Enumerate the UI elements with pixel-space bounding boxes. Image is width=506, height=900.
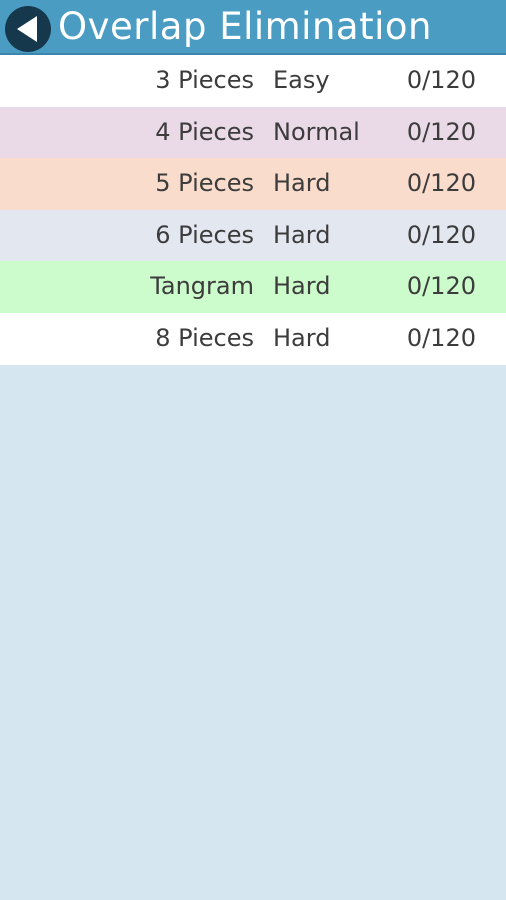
level-pieces-label: 8 Pieces bbox=[155, 323, 254, 352]
level-difficulty-label: Hard bbox=[273, 169, 331, 198]
level-score-label: 0/120 bbox=[406, 272, 476, 301]
page-title: Overlap Elimination bbox=[58, 5, 432, 48]
level-row-8-pieces[interactable]: 8 Pieces Hard 0/120 bbox=[0, 312, 506, 365]
level-list: 3 Pieces Easy 0/120 4 Pieces Normal 0/12… bbox=[0, 55, 506, 365]
level-score-label: 0/120 bbox=[406, 117, 476, 146]
level-row-4-pieces[interactable]: 4 Pieces Normal 0/120 bbox=[0, 106, 506, 159]
back-arrow-icon bbox=[17, 16, 37, 42]
level-row-5-pieces[interactable]: 5 Pieces Hard 0/120 bbox=[0, 158, 506, 210]
level-row-6-pieces[interactable]: 6 Pieces Hard 0/120 bbox=[0, 209, 506, 262]
level-difficulty-label: Hard bbox=[273, 323, 331, 352]
level-pieces-label: Tangram bbox=[150, 272, 254, 301]
level-difficulty-label: Normal bbox=[273, 117, 360, 146]
level-pieces-label: 4 Pieces bbox=[155, 117, 254, 146]
level-score-label: 0/120 bbox=[406, 169, 476, 198]
level-score-label: 0/120 bbox=[406, 323, 476, 352]
level-row-tangram[interactable]: Tangram Hard 0/120 bbox=[0, 261, 506, 313]
level-score-label: 0/120 bbox=[406, 66, 476, 94]
level-difficulty-label: Easy bbox=[273, 66, 330, 94]
level-difficulty-label: Hard bbox=[273, 220, 331, 249]
level-pieces-label: 5 Pieces bbox=[155, 169, 254, 198]
level-pieces-label: 6 Pieces bbox=[155, 220, 254, 249]
level-difficulty-label: Hard bbox=[273, 272, 331, 301]
level-row-3-pieces[interactable]: 3 Pieces Easy 0/120 bbox=[0, 55, 506, 107]
level-score-label: 0/120 bbox=[406, 220, 476, 249]
back-button[interactable] bbox=[5, 6, 51, 52]
level-pieces-label: 3 Pieces bbox=[155, 66, 254, 94]
app-header: Overlap Elimination bbox=[0, 0, 506, 55]
